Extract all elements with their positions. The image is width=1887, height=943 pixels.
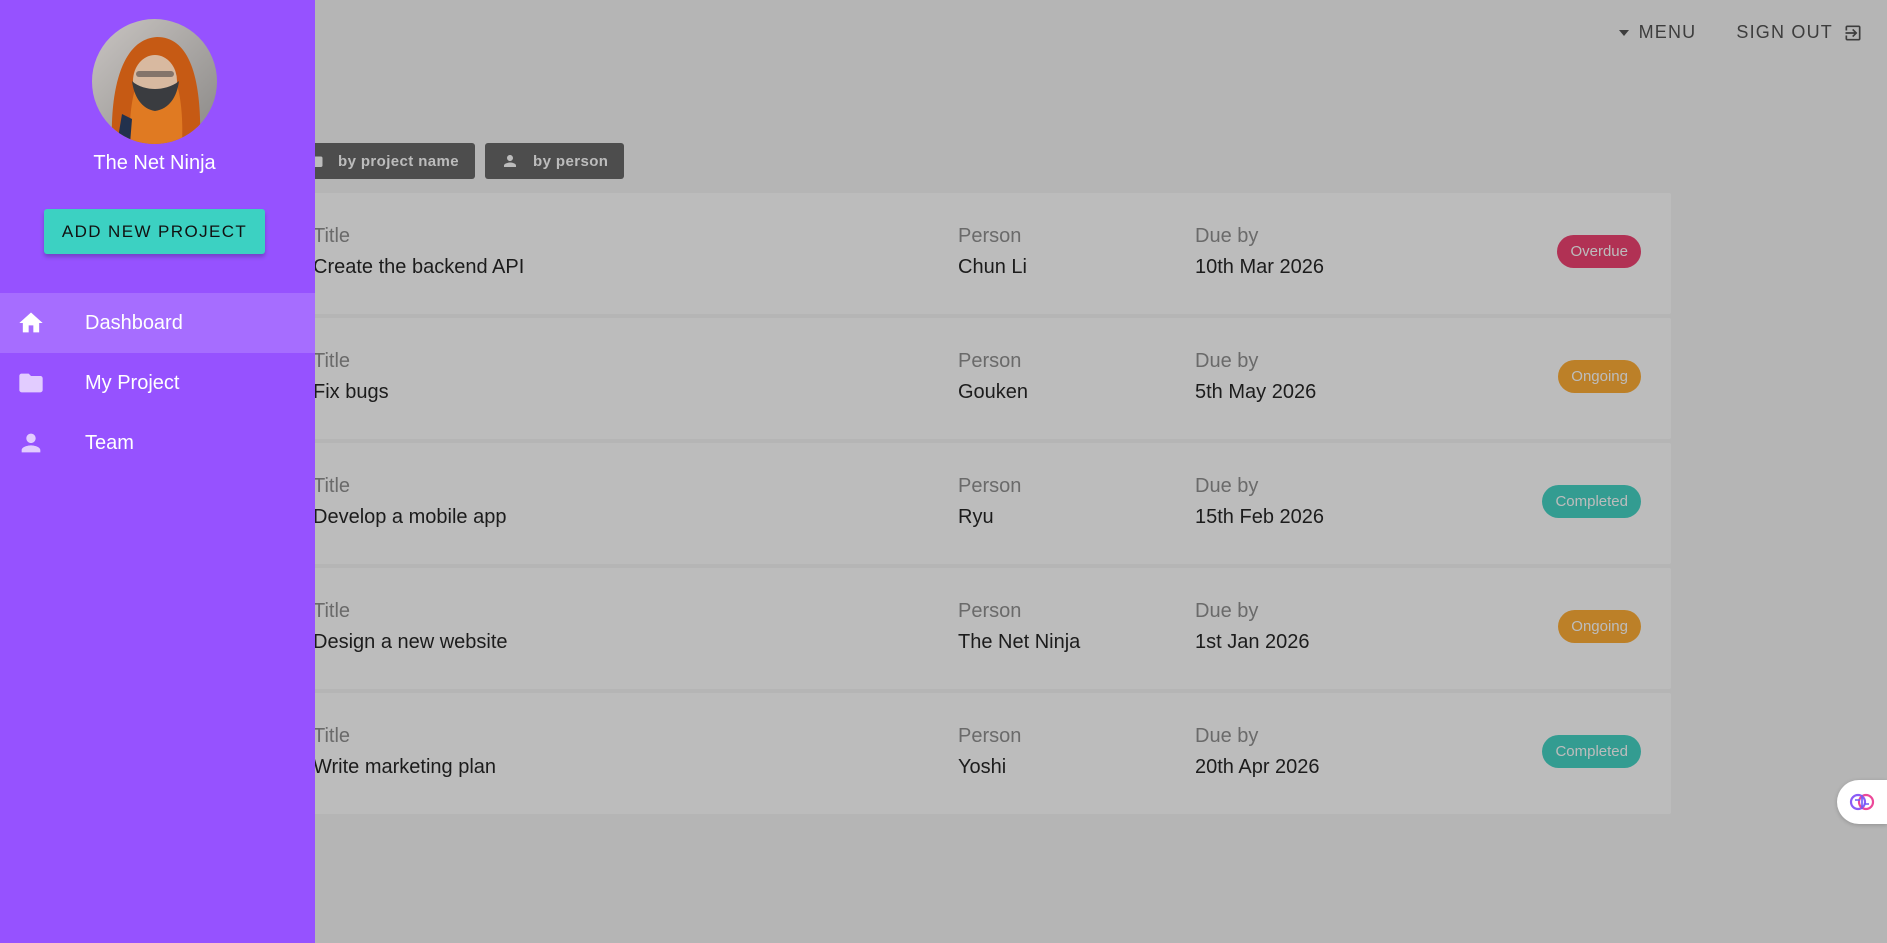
avatar <box>92 19 217 144</box>
home-icon <box>16 308 46 338</box>
user-name: The Net Ninja <box>93 152 216 174</box>
nav-item-label: Team <box>85 431 134 454</box>
folder-icon <box>16 368 46 398</box>
nav-item-dashboard[interactable]: Dashboard <box>0 293 315 353</box>
navigation-drawer: The Net Ninja ADD NEW PROJECT Dashboard … <box>0 0 315 943</box>
assistant-widget-button[interactable] <box>1837 780 1887 824</box>
nav-item-team[interactable]: Team <box>0 413 315 473</box>
drawer-nav: Dashboard My Project Team <box>0 293 315 473</box>
add-new-project-button[interactable]: ADD NEW PROJECT <box>44 209 265 254</box>
nav-item-my-project[interactable]: My Project <box>0 353 315 413</box>
brain-icon <box>1849 793 1875 811</box>
person-icon <box>16 428 46 458</box>
nav-item-label: My Project <box>85 371 180 394</box>
nav-item-label: Dashboard <box>85 311 183 334</box>
